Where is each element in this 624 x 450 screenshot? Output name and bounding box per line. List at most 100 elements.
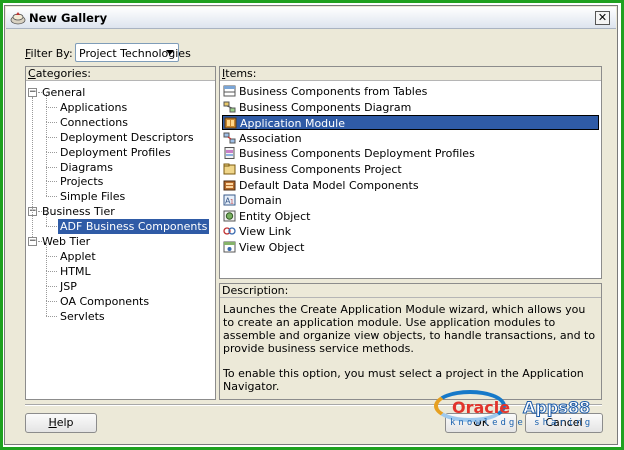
tree-node-leaf[interactable]: Connections — [26, 106, 215, 130]
gallery-item[interactable]: View Object — [222, 240, 599, 255]
new-gallery-dialog: New Gallery ✕ Filter By: Project Technol… — [4, 5, 618, 445]
gallery-item-label: Business Components Diagram — [239, 100, 412, 114]
view-link-icon — [223, 227, 236, 236]
tree-connector — [46, 166, 57, 168]
gallery-item[interactable]: View Link — [222, 224, 599, 239]
gallery-item[interactable]: Default Data Model Components — [222, 178, 599, 193]
tree-connector — [46, 196, 57, 198]
tree-node-label: ADF Business Components — [58, 219, 210, 235]
title-bar[interactable]: New Gallery ✕ — [6, 7, 616, 29]
gallery-item-label: View Object — [239, 241, 305, 254]
gallery-item-label: Association — [239, 131, 302, 145]
tree-connector — [46, 181, 57, 183]
bc-project-icon — [223, 163, 236, 175]
description-header: Description: — [220, 284, 601, 298]
watermark-brand-left: Oracle — [452, 398, 511, 417]
tree-node-leaf[interactable]: Applications — [26, 91, 215, 115]
tree-node-label: Projects — [60, 175, 104, 189]
tree-connector — [46, 106, 57, 108]
gallery-item[interactable]: Business Components Deployment Profiles — [222, 146, 599, 161]
tree-connector — [46, 270, 47, 286]
tree-connector — [46, 121, 47, 137]
collapse-icon[interactable]: − — [28, 237, 37, 246]
window-title: New Gallery — [29, 11, 108, 25]
tree-node-leaf[interactable]: Deployment Profiles — [26, 136, 215, 160]
tree-connector — [46, 106, 47, 122]
filter-dropdown[interactable]: Project Technologies — [75, 43, 191, 62]
tree-node-leaf[interactable]: JSP — [26, 270, 215, 294]
collapse-icon[interactable]: − — [28, 88, 37, 97]
svg-text:1: 1 — [230, 199, 234, 206]
tree-connector — [46, 91, 47, 107]
gallery-item-label: Domain — [239, 194, 282, 208]
tree-node-folder[interactable]: − Business Tier — [26, 204, 215, 219]
tree-node-leaf[interactable]: OA Components — [26, 285, 215, 309]
tree-connector — [46, 166, 47, 182]
chevron-down-icon — [166, 50, 174, 55]
tree-connector — [46, 315, 57, 317]
categories-header: Categories: — [26, 67, 215, 81]
tree-node-leaf[interactable]: HTML — [26, 255, 215, 279]
gallery-item[interactable]: Entity Object — [222, 209, 599, 224]
tree-node-label: Business Tier — [42, 205, 115, 219]
tree-node-label: Deployment Profiles — [60, 145, 171, 159]
gallery-item-label: Business Components from Tables — [239, 85, 428, 98]
tree-connector — [46, 300, 57, 302]
tree-node-label: Applications — [60, 100, 128, 114]
tree-node-label: HTML — [60, 264, 91, 278]
tree-connector — [46, 181, 47, 197]
tree-node-label: OA Components — [60, 294, 150, 308]
tree-node-leaf[interactable]: Applet — [26, 240, 215, 264]
gallery-item[interactable]: Application Module — [222, 115, 599, 131]
tree-connector — [46, 226, 57, 228]
gallery-item[interactable]: Association — [222, 131, 599, 146]
gallery-item-label: Application Module — [240, 117, 345, 131]
tree-connector — [46, 285, 47, 301]
tree-connector — [46, 270, 57, 272]
tree-node-leaf[interactable]: Projects — [26, 166, 215, 189]
filter-value: Project Technologies — [79, 47, 191, 60]
tree-node-folder[interactable]: − Web Tier — [26, 234, 215, 249]
tree-connector — [46, 136, 57, 138]
tree-node-leaf[interactable]: Servlets — [26, 300, 215, 324]
data-model-icon — [223, 180, 236, 191]
gallery-item-label: View Link — [239, 225, 292, 239]
gallery-item-label: Business Components Project — [239, 163, 402, 176]
gallery-item[interactable]: A 1 Domain — [222, 193, 599, 208]
tree-node-label: Web Tier — [42, 235, 91, 248]
tree-node-label: Servlets — [60, 309, 105, 323]
filter-label: Filter By: — [25, 47, 73, 60]
view-object-icon — [223, 241, 236, 253]
bc-tables-icon — [223, 85, 236, 97]
tree-connector — [46, 300, 47, 316]
tree-connector — [32, 97, 33, 237]
tree-node-leaf[interactable]: ADF Business Components — [26, 211, 215, 235]
tree-connector — [46, 285, 57, 287]
gallery-item-label: Entity Object — [239, 209, 311, 223]
entity-object-icon — [223, 210, 236, 222]
bc-diagram-icon — [223, 101, 236, 113]
description-pane: Description: Launches the Create Applica… — [219, 283, 602, 400]
tree-node-leaf[interactable]: Deployment Descriptors — [26, 121, 215, 145]
tree-node-leaf[interactable]: Diagrams — [26, 151, 215, 175]
gallery-item[interactable]: Business Components Project — [222, 162, 599, 177]
tree-node-label: Applet — [60, 249, 96, 263]
gallery-item-label: Business Components Deployment Profiles — [239, 147, 475, 161]
tree-node-label: General — [42, 86, 86, 99]
gallery-item[interactable]: Business Components Diagram — [222, 100, 599, 115]
gallery-item[interactable]: Business Components from Tables — [222, 84, 599, 99]
categories-pane: Categories: − General Applications Connecti… — [25, 66, 216, 400]
close-button[interactable]: ✕ — [595, 11, 610, 25]
tree-connector — [46, 121, 57, 123]
association-icon — [223, 132, 236, 144]
help-button[interactable]: Help — [25, 413, 97, 433]
tree-connector — [46, 151, 57, 153]
domain-icon: A1 — [223, 194, 236, 206]
tree-node-label: JSP — [60, 279, 77, 293]
tree-connector — [46, 255, 47, 271]
application-module-icon — [224, 117, 237, 129]
tree-node-leaf[interactable]: Simple Files — [26, 181, 215, 204]
items-header: Items: — [220, 67, 601, 81]
tree-node-folder[interactable]: − General — [26, 85, 215, 100]
tree-node-label: Connections — [60, 115, 128, 129]
